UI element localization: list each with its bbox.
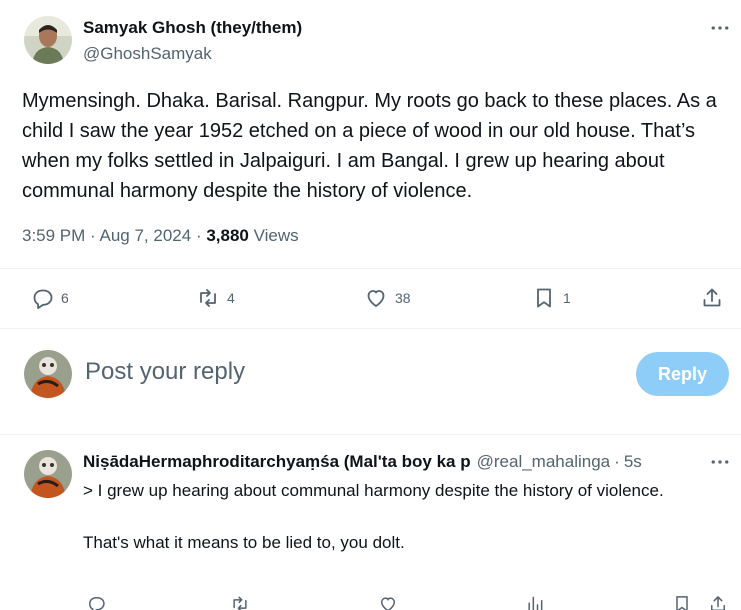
reply-separator: · (614, 452, 620, 471)
author-handle[interactable]: @GhoshSamyak (83, 44, 212, 64)
author-name[interactable]: Samyak Ghosh (they/them) (83, 18, 302, 38)
reply-heart-icon[interactable] (378, 594, 398, 610)
reply-repost-icon[interactable] (230, 594, 250, 610)
tweet-meta: 3:59 PM · Aug 7, 2024 · 3,880 Views (22, 226, 299, 246)
like-action[interactable]: 38 (364, 286, 411, 310)
reply-time[interactable]: 5s (624, 452, 642, 472)
repost-icon (200, 289, 216, 307)
divider (0, 434, 741, 435)
reply-author-handle[interactable]: @real_mahalinga (477, 452, 611, 472)
reply-action[interactable]: 6 (30, 286, 69, 310)
reply-analytics-icon[interactable] (525, 594, 545, 610)
meta-separator: · (90, 226, 100, 245)
reply-count: 6 (61, 290, 69, 306)
share-action[interactable] (700, 286, 724, 310)
reply-icon (33, 289, 53, 309)
repost-action[interactable]: 4 (196, 286, 235, 310)
reply-author-name[interactable]: NiṣādaHermaphroditarchyaṃśa (Mal'ta boy … (83, 452, 471, 472)
tweet-time[interactable]: 3:59 PM (22, 226, 85, 245)
views-count: 3,880 (206, 226, 249, 245)
bookmark-count: 1 (563, 290, 571, 306)
divider (0, 328, 741, 329)
tweet-text: Mymensingh. Dhaka. Barisal. Rangpur. My … (22, 90, 717, 202)
like-count: 38 (395, 290, 411, 306)
share-icon (703, 288, 721, 307)
reply-more-options-icon[interactable] (706, 452, 734, 472)
author-avatar[interactable] (24, 16, 72, 64)
reply-author-avatar[interactable] (24, 450, 72, 498)
tweet-date[interactable]: Aug 7, 2024 (100, 226, 192, 245)
bookmark-action[interactable]: 1 (532, 286, 571, 310)
bookmark-icon (537, 288, 551, 308)
reply-bookmark-icon[interactable] (672, 594, 692, 610)
meta-separator: · (195, 226, 207, 245)
repost-count: 4 (227, 290, 235, 306)
reply-button[interactable]: Reply (636, 352, 729, 396)
user-avatar[interactable] (24, 350, 72, 398)
reply-reply-icon[interactable] (86, 594, 106, 610)
divider (0, 268, 741, 269)
reply-header: NiṣādaHermaphroditarchyaṃśa (Mal'ta boy … (83, 452, 733, 472)
more-options-icon[interactable] (706, 18, 734, 38)
reply-text: > I grew up hearing about communal harmo… (83, 481, 664, 552)
reply-share-icon[interactable] (708, 594, 728, 610)
reply-input[interactable]: Post your reply (85, 358, 245, 386)
heart-icon (367, 290, 385, 307)
views-label: Views (253, 226, 299, 245)
